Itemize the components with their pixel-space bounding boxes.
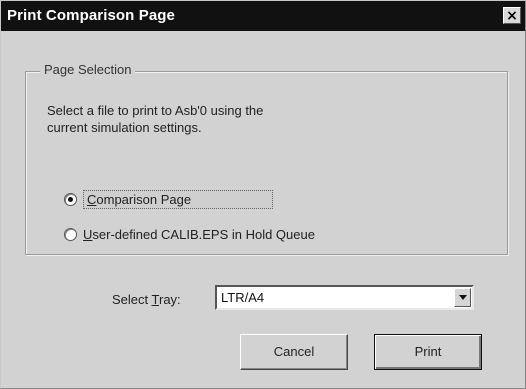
select-tray-label: Select Tray: xyxy=(112,292,181,307)
radio-user-defined[interactable] xyxy=(64,228,77,241)
tray-select[interactable]: LTR/A4 xyxy=(215,285,474,310)
dropdown-arrow-icon[interactable] xyxy=(454,288,471,307)
window-title: Print Comparison Page xyxy=(7,7,175,24)
title-bar: Print Comparison Page × xyxy=(1,1,525,31)
close-button[interactable]: × xyxy=(503,7,521,24)
radio-comparison-page[interactable] xyxy=(64,193,77,206)
instruction-text: Select a file to print to Asb'0 using th… xyxy=(47,102,377,136)
user-defined-label[interactable]: User-defined CALIB.EPS in Hold Queue xyxy=(83,227,315,242)
close-icon: × xyxy=(506,8,518,24)
instruction-line-2: current simulation settings. xyxy=(47,120,202,135)
comparison-page-option[interactable]: Comparison Page xyxy=(64,190,273,209)
cancel-button[interactable]: Cancel xyxy=(240,334,348,370)
tray-value: LTR/A4 xyxy=(221,290,265,305)
print-comparison-dialog: Print Comparison Page × Page Selection S… xyxy=(0,0,526,389)
user-defined-option[interactable]: User-defined CALIB.EPS in Hold Queue xyxy=(64,227,315,242)
print-button[interactable]: Print xyxy=(374,334,482,370)
comparison-page-label[interactable]: Comparison Page xyxy=(83,190,273,209)
instruction-line-1: Select a file to print to Asb'0 using th… xyxy=(47,103,264,118)
page-selection-legend: Page Selection xyxy=(40,62,136,77)
